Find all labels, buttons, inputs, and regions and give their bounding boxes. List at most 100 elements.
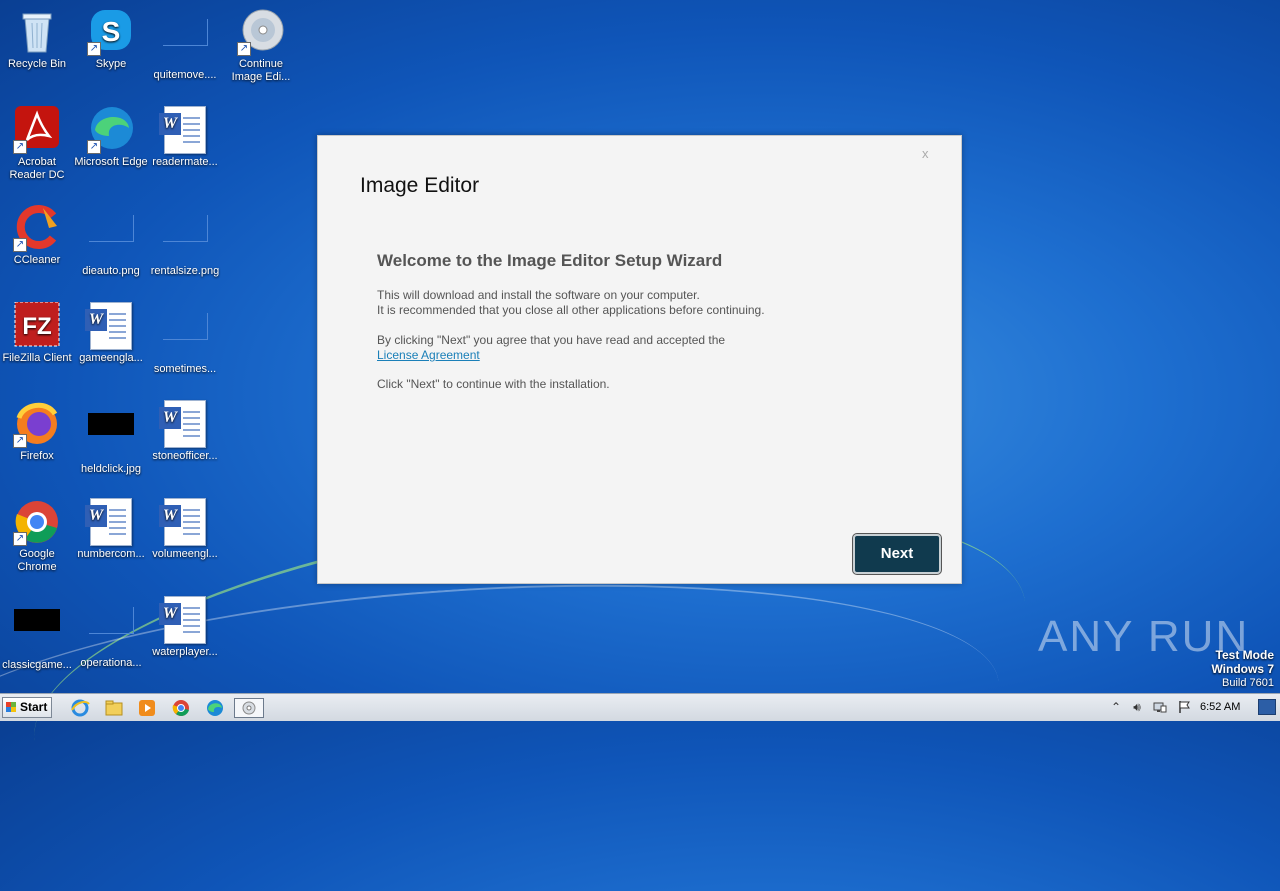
start-label: Start [20,700,48,714]
desktop-icon-firefox[interactable]: ↗ Firefox [0,400,74,463]
desktop-icon-file[interactable]: dieauto.png [74,204,148,278]
word-document-icon: W [85,498,135,546]
desktop-icon-image-file[interactable]: heldclick.jpg [74,400,148,476]
license-agreement-link[interactable]: License Agreement [377,348,480,362]
agreement-text: By clicking "Next" you agree that you ha… [377,333,725,363]
firefox-icon: ↗ [13,400,61,448]
desktop-icon-label: Acrobat Reader DC [9,156,65,181]
desktop-icon-label: Google Chrome [17,548,57,573]
blank-file-icon [161,19,209,67]
desktop-icon-ccleaner[interactable]: ↗ CCleaner [0,204,74,267]
desktop-icon-word-doc[interactable]: W numbercom... [74,498,148,561]
desktop-icon-label: Firefox [20,450,54,462]
desktop-icon-label: Continue Image Edi... [231,58,291,83]
shortcut-arrow-icon: ↗ [237,42,251,56]
show-desktop-button[interactable] [1258,699,1276,715]
desktop-icon-continue-image-editor[interactable]: ↗ Continue Image Edi... [224,8,298,84]
windows-logo-icon [6,702,16,712]
word-document-icon: W [159,106,209,154]
edge-icon[interactable] [205,698,225,718]
desktop-icon-filezilla[interactable]: FZ FileZilla Client [0,301,74,365]
volume-icon[interactable]: 🔊︎ [1130,700,1144,714]
blank-file-icon [87,215,135,263]
desktop-icon-word-doc[interactable]: W readermate... [148,106,222,169]
desktop-icon-word-doc[interactable]: W gameengla... [74,302,148,365]
blank-file-icon [161,215,209,263]
desktop-icon-label: FileZilla Client [2,352,72,364]
desktop-icon-label: readermate... [152,156,218,168]
desktop-icon-file[interactable]: operationa... [74,596,148,670]
desktop-icon-word-doc[interactable]: W stoneofficer... [148,400,222,463]
desktop-icon-label: sometimes... [153,363,217,375]
desktop-icon-label: heldclick.jpg [81,463,141,475]
desktop-icon-file[interactable]: sometimes... [148,302,222,376]
folder-icon[interactable] [104,698,124,718]
chrome-icon[interactable] [171,698,191,718]
word-document-icon: W [85,302,135,350]
next-button[interactable]: Next [852,533,942,575]
acrobat-icon: ↗ [13,106,61,154]
desktop-icon-label: waterplayer... [152,646,218,658]
close-button[interactable]: x [922,146,929,161]
desktop-icon-label: Microsoft Edge [74,156,148,168]
desktop-icon-label: rentalsize.png [150,265,220,277]
word-document-icon: W [159,596,209,644]
test-mode-watermark: Test Mode Windows 7 Build 7601 [1211,648,1274,690]
internet-explorer-icon[interactable] [70,698,90,718]
image-thumbnail-icon [87,413,135,461]
taskbar-installer-button[interactable] [234,698,264,718]
media-player-icon[interactable] [137,698,157,718]
chrome-icon: ↗ [13,498,61,546]
shortcut-arrow-icon: ↗ [87,140,101,154]
continue-instruction: Click "Next" to continue with the instal… [377,377,610,391]
skype-icon: S ↗ [87,8,135,56]
description-line: This will download and install the softw… [377,288,700,302]
recycle-bin-icon [13,8,61,56]
svg-text:FZ: FZ [22,313,51,340]
dialog-title: Image Editor [360,174,480,197]
wizard-heading: Welcome to the Image Editor Setup Wizard [377,251,723,270]
show-hidden-icons-button[interactable]: ⌃ [1109,700,1123,714]
desktop-icon-acrobat[interactable]: ↗ Acrobat Reader DC [0,106,74,182]
desktop-icon-word-doc[interactable]: W volumeengl... [148,498,222,561]
desktop-icon-word-doc[interactable]: W waterplayer... [148,596,222,659]
desktop-icon-label: classicgame... [2,659,72,671]
shortcut-arrow-icon: ↗ [13,238,27,252]
desktop-icon-label: volumeengl... [152,548,218,560]
desktop-icon-chrome[interactable]: ↗ Google Chrome [0,498,74,574]
desktop-icon-label: operationa... [80,657,142,669]
desktop-icon-recycle-bin[interactable]: Recycle Bin [0,8,74,71]
network-icon[interactable] [1153,700,1167,714]
desktop-icon-label: numbercom... [77,548,145,560]
action-center-flag-icon[interactable] [1177,700,1191,714]
test-mode-label: Test Mode [1215,648,1274,662]
shortcut-arrow-icon: ↗ [13,434,27,448]
image-thumbnail-icon [13,609,61,657]
shortcut-arrow-icon: ↗ [13,140,27,154]
svg-text:S: S [102,16,121,47]
blank-file-icon [87,607,135,655]
desktop-icon-label: dieauto.png [82,265,140,277]
filezilla-icon: FZ [13,301,61,350]
blank-file-icon [161,313,209,361]
setup-wizard-dialog: x Image Editor Welcome to the Image Edit… [317,135,962,584]
word-document-icon: W [159,498,209,546]
desktop-icon-skype[interactable]: S ↗ Skype [74,8,148,71]
desktop-icon-label: quitemove.... [153,69,217,81]
desktop-icon-file[interactable]: quitemove.... [148,8,222,82]
desktop-icon-image-file[interactable]: classicgame... [0,596,74,672]
desktop-icon-edge[interactable]: ↗ Microsoft Edge [74,106,148,169]
desktop-icon-label: gameengla... [79,352,143,364]
taskbar: Start ⌃ 🔊︎ 6:52 AM [0,693,1280,721]
os-label: Windows 7 [1211,662,1274,676]
desktop-icon-label: Skype [95,58,127,70]
system-clock[interactable]: 6:52 AM [1200,701,1240,713]
word-document-icon: W [159,400,209,448]
desktop-icon-label: CCleaner [13,254,61,266]
desktop-icon-label: stoneofficer... [152,450,218,462]
agreement-line: By clicking "Next" you agree that you ha… [377,333,726,347]
build-label: Build 7601 [1222,677,1274,689]
ccleaner-icon: ↗ [13,204,61,252]
start-button[interactable]: Start [2,697,52,718]
desktop-icon-file[interactable]: rentalsize.png [148,204,222,278]
